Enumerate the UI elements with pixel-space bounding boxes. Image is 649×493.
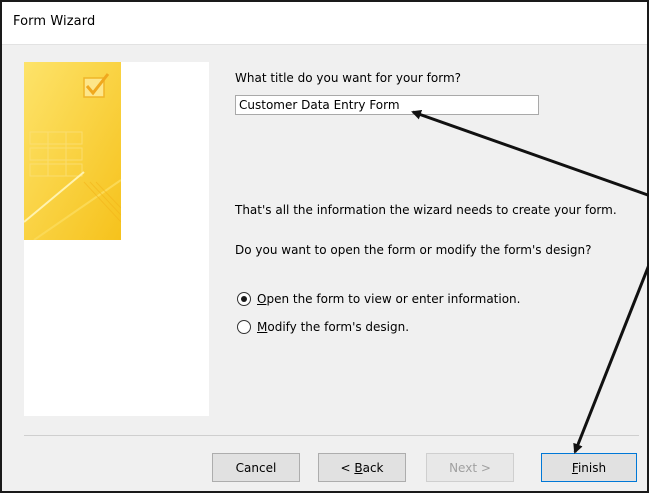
wizard-illustration-panel (24, 62, 209, 416)
form-illustration (24, 62, 121, 240)
cancel-button[interactable]: Cancel (212, 453, 300, 482)
form-title-input[interactable] (235, 95, 539, 115)
radio-button-unselected[interactable] (237, 320, 251, 334)
window-title: Form Wizard (13, 14, 96, 29)
back-button[interactable]: < Back (318, 453, 406, 482)
radio-modify-label: Modify the form's design. (257, 320, 410, 334)
form-title-question: What title do you want for your form? (235, 71, 462, 85)
radio-button-selected[interactable] (237, 292, 251, 306)
form-wizard-window: Form Wizard What title do you want for y… (0, 0, 649, 493)
finish-button[interactable]: Finish (541, 453, 637, 482)
radio-dot (241, 296, 247, 302)
button-divider (24, 435, 639, 436)
next-button[interactable]: Next > (426, 453, 514, 482)
open-or-modify-question: Do you want to open the form or modify t… (235, 243, 592, 257)
radio-modify-design[interactable]: Modify the form's design. (237, 318, 409, 336)
radio-open-label: Open the form to view or enter informati… (257, 292, 521, 306)
radio-open-form[interactable]: Open the form to view or enter informati… (237, 290, 520, 308)
title-bar: Form Wizard (2, 2, 647, 45)
wizard-info-text: That's all the information the wizard ne… (235, 203, 617, 217)
